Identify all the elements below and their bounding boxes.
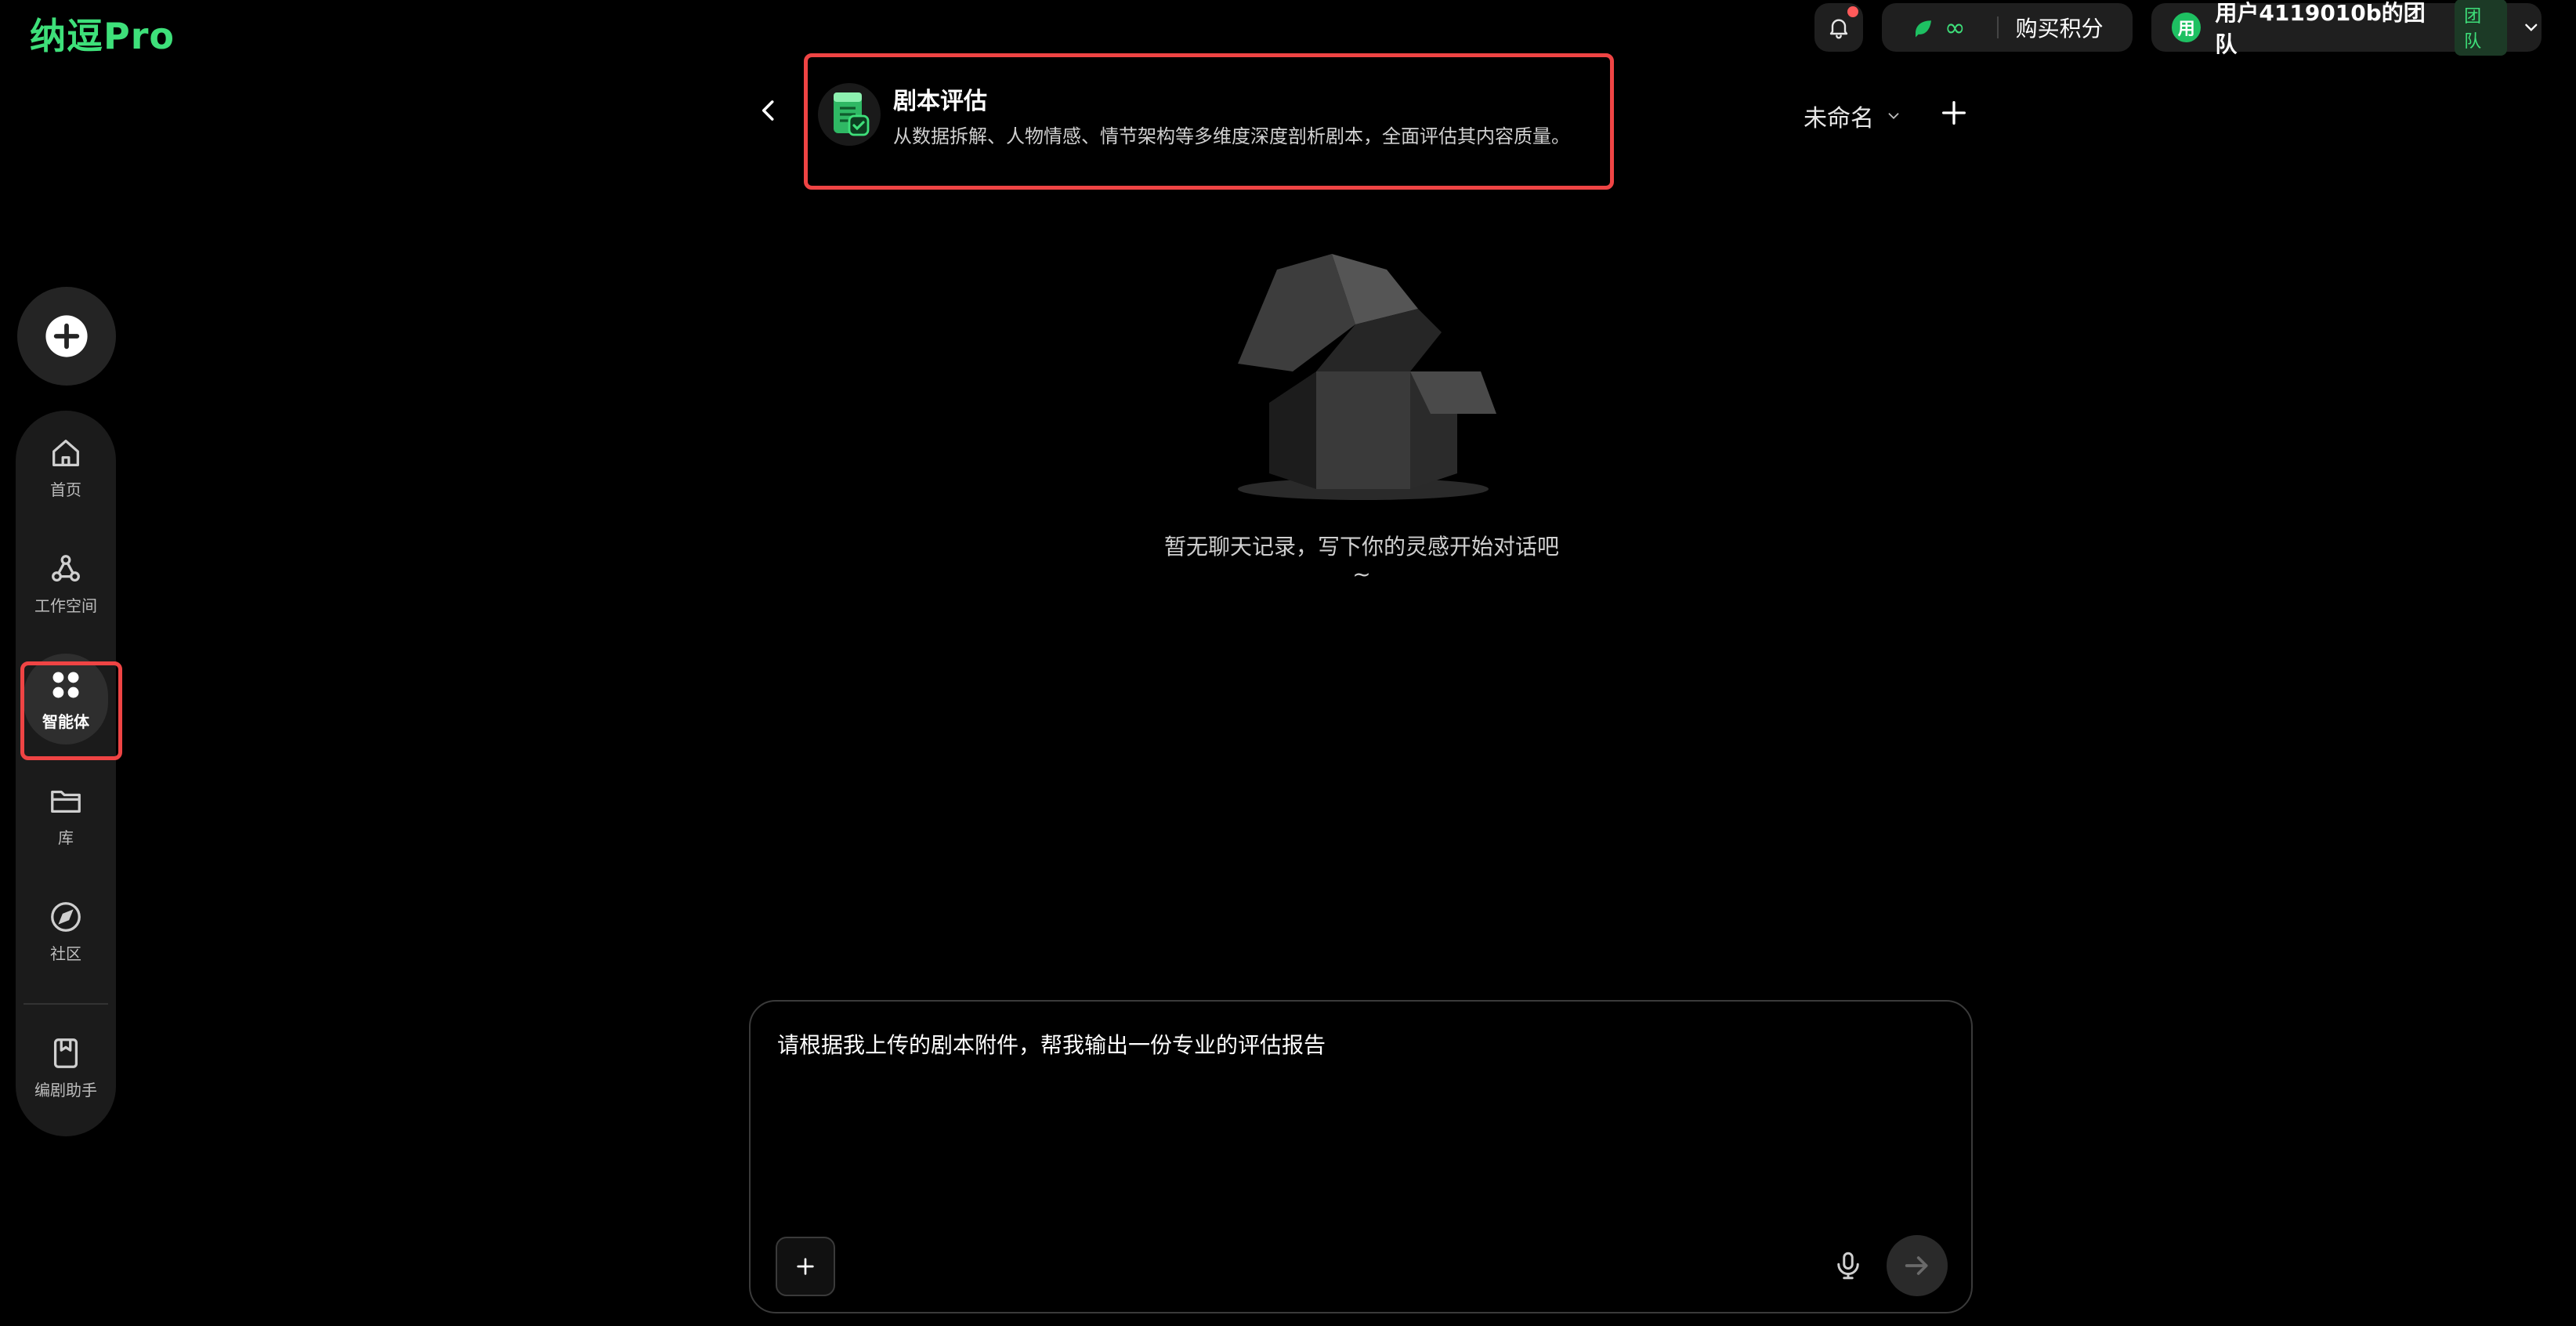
compass-icon: [51, 901, 81, 932]
workspace-icon: [52, 554, 80, 581]
highlight-box: [20, 661, 122, 760]
chevron-down-icon: [2525, 24, 2538, 31]
credits-panel[interactable]: ∞ 购买积分: [1882, 3, 2133, 52]
arrow-right-icon: [1905, 1256, 1928, 1275]
sidebar-item-label: 社区: [50, 944, 81, 963]
agent-description: 从数据拆解、人物情感、情节架构等多维度深度剖析剧本，全面评估其内容质量。: [893, 125, 1570, 147]
home-icon: [52, 439, 79, 466]
message-input[interactable]: 请根据我上传的剧本附件，帮我输出一份专业的评估报告: [777, 1028, 1326, 1060]
leaf-icon: [1916, 20, 1931, 38]
chevron-left-icon: [762, 100, 774, 121]
new-chat-button[interactable]: [17, 287, 116, 386]
agent-title: 剧本评估: [893, 88, 987, 115]
notification-dot: [1847, 6, 1858, 17]
sidebar-item-workspace[interactable]: 工作空间: [16, 536, 116, 630]
avatar: 用: [2172, 13, 2202, 42]
divider: [24, 1003, 108, 1005]
bookmark-icon: [53, 1038, 78, 1068]
sidebar-item-home[interactable]: 首页: [16, 420, 116, 514]
notification-button[interactable]: [1814, 3, 1863, 52]
brand-logo[interactable]: 纳逗Pro: [30, 8, 175, 60]
microphone-icon: [1837, 1252, 1859, 1280]
back-button[interactable]: [754, 96, 783, 129]
buy-credits-button[interactable]: 购买积分: [2016, 12, 2104, 43]
empty-state-message: 暂无聊天记录，写下你的灵感开始对话吧~: [1163, 534, 1559, 587]
plus-circle-icon: [45, 315, 88, 357]
session-name: 未命名: [1804, 105, 1874, 132]
sidebar-item-screenwriter[interactable]: 编剧助手: [16, 1020, 116, 1114]
sidebar-item-label: 编剧助手: [34, 1080, 97, 1100]
folder-icon: [51, 790, 81, 813]
bell-icon: [1829, 19, 1848, 39]
sidebar-item-label: 首页: [50, 480, 81, 499]
sidebar-item-community[interactable]: 社区: [16, 884, 116, 978]
sidebar-item-label: 工作空间: [34, 596, 97, 615]
team-switcher[interactable]: 用 用户4119010b的团队 团队: [2151, 0, 2542, 57]
team-badge: 团队: [2455, 0, 2508, 56]
team-name: 用户4119010b的团队: [2215, 0, 2426, 57]
sidebar-item-library[interactable]: 库: [16, 768, 116, 862]
attach-button[interactable]: [776, 1237, 835, 1296]
sidebar-item-label: 库: [58, 828, 74, 847]
voice-input-button[interactable]: [1832, 1249, 1865, 1285]
new-session-button[interactable]: [1938, 97, 1970, 132]
script-evaluation-icon: [834, 92, 870, 136]
send-button[interactable]: [1887, 1235, 1948, 1296]
sidebar: 首页 工作空间 智能体 库 社区 编剧助手: [16, 411, 116, 1136]
plus-icon: [797, 1258, 814, 1275]
chevron-down-icon: [1888, 113, 1899, 120]
credits-amount: ∞: [1945, 13, 1966, 42]
session-selector[interactable]: 未命名: [1804, 99, 1902, 133]
empty-box-illustration: [1230, 246, 1496, 508]
divider: [1996, 16, 1999, 38]
plus-icon: [1942, 101, 1966, 125]
agent-avatar: [818, 83, 881, 146]
